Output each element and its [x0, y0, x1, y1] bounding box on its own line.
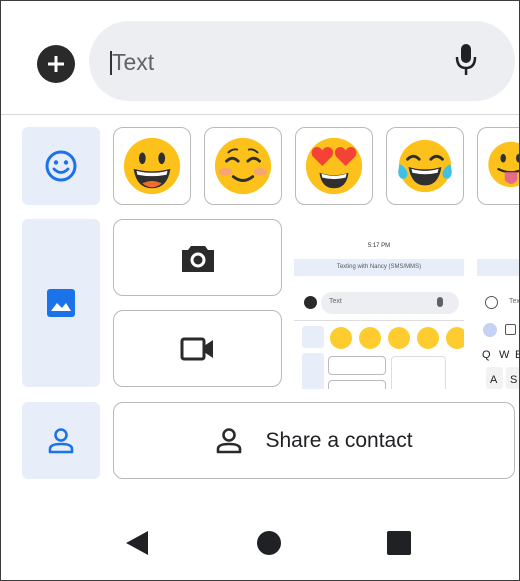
grinning-face-icon	[123, 137, 181, 195]
thumbnail-2-key: S	[510, 374, 518, 386]
thumbnail-input-placeholder: Text	[329, 298, 342, 305]
thumbnail-video-card	[328, 380, 386, 389]
smiling-blushing-icon	[214, 137, 272, 195]
thumbnail-mic-icon	[437, 297, 443, 307]
thumbnail-2-banner	[477, 259, 519, 276]
thumbnail-input: Text	[321, 292, 459, 314]
emoji-tab[interactable]	[22, 127, 100, 205]
thumbnail-nested-thumb	[391, 356, 446, 389]
video-button[interactable]	[113, 310, 282, 387]
compose-bar: Text	[1, 1, 519, 115]
thumbnail-emoji-2	[359, 327, 381, 349]
attach-button[interactable]	[37, 45, 75, 83]
person-icon	[48, 427, 74, 453]
thumbnail-emoji-1	[330, 327, 352, 349]
tongue-face-icon	[488, 141, 519, 188]
thumbnail-2-back-icon	[483, 323, 497, 337]
thumbnail-2-key: A	[490, 374, 498, 386]
thumbnail-2-key: Q	[482, 349, 491, 361]
share-contact-button[interactable]: Share a contact	[113, 402, 515, 479]
message-input-placeholder: Text	[112, 49, 155, 75]
thumbnail-2-input-placeholder: Tex	[509, 298, 520, 305]
message-input[interactable]: Text	[89, 21, 515, 101]
screen: Text 5:17 PM Texting with Nancy (SMS/MMS…	[0, 0, 520, 581]
image-icon	[47, 289, 75, 317]
share-contact-label: Share a contact	[265, 428, 413, 452]
thumbnail-divider	[294, 320, 464, 321]
camera-icon	[181, 245, 214, 272]
person-icon	[217, 427, 242, 453]
video-camera-icon	[180, 337, 213, 360]
gallery-thumbnail-2[interactable]: Tex Q W E A S	[477, 219, 520, 389]
thumbnail-emoji-5	[446, 327, 464, 349]
thumbnail-2-key: E	[515, 349, 519, 361]
gallery-tab[interactable]	[22, 219, 100, 387]
thumbnail-emoji-4	[417, 327, 439, 349]
contact-tab[interactable]	[22, 402, 100, 479]
thumbnail-emoji-tab	[302, 326, 324, 348]
recents-icon[interactable]	[387, 531, 411, 555]
emoji-grinning-face[interactable]	[113, 127, 191, 205]
heart-eyes-icon	[305, 137, 363, 195]
thumbnail-plus-icon	[304, 296, 317, 309]
gallery-thumbnail[interactable]: 5:17 PM Texting with Nancy (SMS/MMS) Tex…	[294, 219, 464, 389]
thumbnail-emoji-3	[388, 327, 410, 349]
emoji-face-with-tongue[interactable]	[477, 127, 519, 205]
thumbnail-2-sticker-icon	[505, 324, 516, 335]
thumbnail-2-plus-icon	[485, 296, 498, 309]
emoji-smiling-face-blushing[interactable]	[204, 127, 282, 205]
emoji-heart-eyes-face[interactable]	[295, 127, 373, 205]
plus-circle-icon	[48, 56, 64, 72]
tears-of-joy-icon	[398, 139, 452, 193]
thumbnail-camera-card	[328, 356, 386, 375]
microphone-icon[interactable]	[455, 43, 477, 77]
thumbnail-gallery-tab	[302, 353, 324, 389]
smiley-icon	[45, 150, 77, 182]
thumbnail-time: 5:17 PM	[367, 243, 391, 249]
back-icon[interactable]	[126, 531, 148, 555]
home-icon[interactable]	[257, 531, 281, 555]
thumbnail-2-key: W	[499, 349, 510, 361]
emoji-tears-of-joy-face[interactable]	[386, 127, 464, 205]
camera-button[interactable]	[113, 219, 282, 296]
thumbnail-banner: Texting with Nancy (SMS/MMS)	[294, 259, 464, 276]
